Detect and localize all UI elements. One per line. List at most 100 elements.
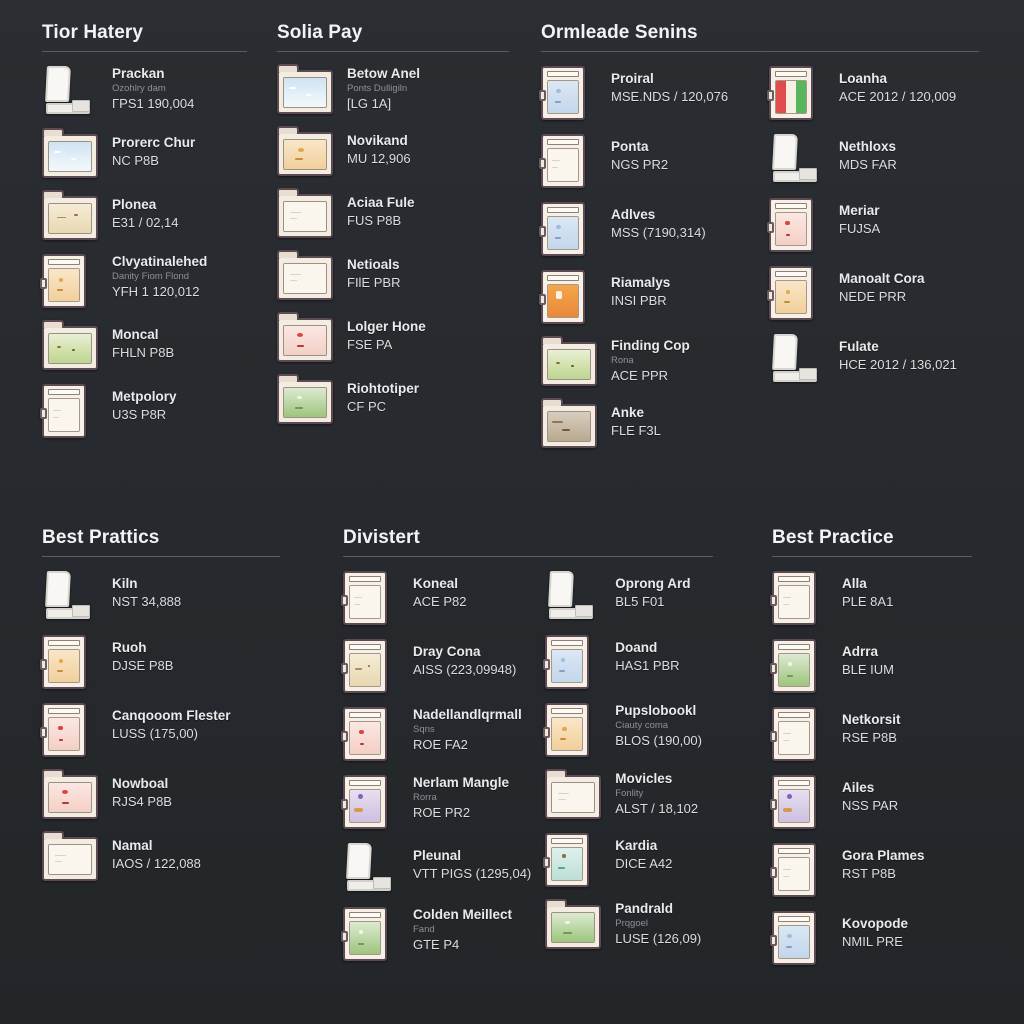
- list-item[interactable]: Finding Cop Rona ACE PPR: [541, 336, 751, 386]
- folder-icon[interactable]: [42, 769, 102, 819]
- folder-icon[interactable]: [277, 188, 337, 238]
- card-icon[interactable]: [40, 703, 102, 757]
- page-icon[interactable]: [42, 66, 102, 116]
- card-icon[interactable]: [767, 66, 829, 120]
- folder-icon[interactable]: [545, 769, 605, 819]
- list-item[interactable]: Nethloxs MDS FAR: [769, 134, 979, 184]
- list-item[interactable]: Prackan Ozohlry dam ΓPS1 190,004: [42, 66, 247, 116]
- card-icon[interactable]: [770, 707, 832, 761]
- list-item[interactable]: Pandrald Prqgoel LUSE (126,09): [545, 899, 713, 949]
- list-item[interactable]: Oprong Ard BL5 F01: [545, 571, 713, 621]
- card-icon[interactable]: [543, 703, 605, 757]
- list-item[interactable]: Metpolory U3S P8R: [40, 384, 247, 438]
- thumb-detail: [62, 802, 70, 804]
- list-item[interactable]: Netioals FIlE PBR: [277, 250, 509, 300]
- card-icon[interactable]: [770, 911, 832, 965]
- card-icon[interactable]: [40, 254, 102, 308]
- list-item[interactable]: Nerlam Mangle Rorra ROE PR2: [341, 775, 531, 829]
- list-item[interactable]: Doand HAS1 PBR: [543, 635, 713, 689]
- list-item[interactable]: Adrra BLE IUM: [770, 639, 972, 693]
- list-item[interactable]: Aciaa Fule FUS P8B: [277, 188, 509, 238]
- thumb-detail: [558, 792, 570, 795]
- list-item[interactable]: Moncal FHLN P8B: [42, 320, 247, 370]
- list-item[interactable]: Canqooom Flester LUSS (175,00): [40, 703, 280, 757]
- card-icon[interactable]: [767, 198, 829, 252]
- list-item[interactable]: Movicles Fonlity ALST / 18,102: [545, 769, 713, 819]
- folder-icon[interactable]: [277, 126, 337, 176]
- card-icon[interactable]: [539, 66, 601, 120]
- list-item[interactable]: Lolger Hone FSE PA: [277, 312, 509, 362]
- thumb-detail: [297, 345, 305, 347]
- list-item[interactable]: Pleunal VTT PIGS (1295,04): [343, 843, 531, 893]
- card-icon[interactable]: [539, 134, 601, 188]
- card-icon[interactable]: [770, 775, 832, 829]
- folder-icon[interactable]: [545, 899, 605, 949]
- list-item[interactable]: Kovopode NMIL PRE: [770, 911, 972, 965]
- list-item[interactable]: Pupslobookl Ciauty coma BLOS (190,00): [543, 703, 713, 757]
- list-item[interactable]: Loanha ACE 2012 / 120,009: [767, 66, 979, 120]
- card-icon[interactable]: [40, 635, 102, 689]
- folder-icon[interactable]: [42, 128, 102, 178]
- list-item[interactable]: Ailes NSS PAR: [770, 775, 972, 829]
- list-item-meta: ΓPS1 190,004: [112, 95, 195, 111]
- card-icon[interactable]: [543, 635, 605, 689]
- page-icon[interactable]: [769, 134, 829, 184]
- list-item[interactable]: Riamalys INSI PBR: [539, 270, 751, 324]
- list-item[interactable]: Koneal ACE P82: [341, 571, 531, 625]
- list-item[interactable]: Nowboal RJS4 P8B: [42, 769, 280, 819]
- card-icon[interactable]: [770, 639, 832, 693]
- list-item[interactable]: Anke FLE F3L: [541, 398, 751, 448]
- card-icon[interactable]: [543, 833, 605, 887]
- card-icon[interactable]: [341, 639, 403, 693]
- folder-icon[interactable]: [42, 320, 102, 370]
- list-item[interactable]: Ponta NGS PR2: [539, 134, 751, 188]
- card-icon[interactable]: [341, 707, 403, 761]
- folder-icon[interactable]: [42, 190, 102, 240]
- list-item[interactable]: Alla PLE 8A1: [770, 571, 972, 625]
- card-icon[interactable]: [770, 571, 832, 625]
- card-icon[interactable]: [770, 843, 832, 897]
- folder-icon[interactable]: [541, 336, 601, 386]
- folder-icon[interactable]: [541, 398, 601, 448]
- card-icon[interactable]: [341, 907, 403, 961]
- page-icon[interactable]: [545, 571, 605, 621]
- list-item[interactable]: Nadellandlqrmall Sqns ROE FA2: [341, 707, 531, 761]
- list-item[interactable]: Fulate HCE 2012 / 136,021: [769, 334, 979, 384]
- card-icon[interactable]: [539, 202, 601, 256]
- folder-icon[interactable]: [277, 374, 337, 424]
- list-item[interactable]: Meriar FUJSA: [767, 198, 979, 252]
- folder-icon[interactable]: [277, 312, 337, 362]
- page-icon[interactable]: [343, 843, 403, 893]
- list-item[interactable]: Prorerc Chur NC P8B: [42, 128, 247, 178]
- card-icon[interactable]: [341, 775, 403, 829]
- folder-icon[interactable]: [277, 64, 337, 114]
- list-item[interactable]: Plonea E31 / 02,14: [42, 190, 247, 240]
- card-icon[interactable]: [539, 270, 601, 324]
- list-item[interactable]: Colden Meillect Fand GTE P4: [341, 907, 531, 961]
- list-item[interactable]: Dray Cona AISS (223,09948): [341, 639, 531, 693]
- list-item[interactable]: Novikand MU 12,906: [277, 126, 509, 176]
- list-item[interactable]: Ruoh DJSE P8B: [40, 635, 280, 689]
- list-item[interactable]: Betow Anel Ponts Dulligiln [LG 1A]: [277, 64, 509, 114]
- thumbnail: [283, 263, 327, 294]
- list-item[interactable]: Kiln NST 34,888: [42, 571, 280, 621]
- page-icon[interactable]: [42, 571, 102, 621]
- folder-icon[interactable]: [42, 831, 102, 881]
- list-item[interactable]: Manoalt Cora NEDE PRR: [767, 266, 979, 320]
- list-item[interactable]: Proiral MSE.NDS / 120,076: [539, 66, 751, 120]
- card-icon[interactable]: [40, 384, 102, 438]
- list-item[interactable]: Netkorsit RSE P8B: [770, 707, 972, 761]
- list-item-subtitle: Prqgoel: [615, 917, 649, 929]
- card-icon[interactable]: [341, 571, 403, 625]
- page-icon[interactable]: [769, 334, 829, 384]
- list-item[interactable]: Riohtotiper CF PC: [277, 374, 509, 424]
- card-clip: [40, 408, 47, 419]
- list-item[interactable]: Gora Plames RST P8B: [770, 843, 972, 897]
- list-item[interactable]: Kardia DICE A42: [543, 833, 713, 887]
- card-icon[interactable]: [767, 266, 829, 320]
- list-item[interactable]: Adlves MSS (7190,314): [539, 202, 751, 256]
- list-item[interactable]: Namal IAOS / 122,088: [42, 831, 280, 881]
- list-item[interactable]: Clvyatinalehed Danity Fiom Flond YFH 1 120…: [40, 254, 247, 308]
- folder-icon[interactable]: [277, 250, 337, 300]
- list-item-subtitle: Ponts Dulligiln: [347, 82, 408, 94]
